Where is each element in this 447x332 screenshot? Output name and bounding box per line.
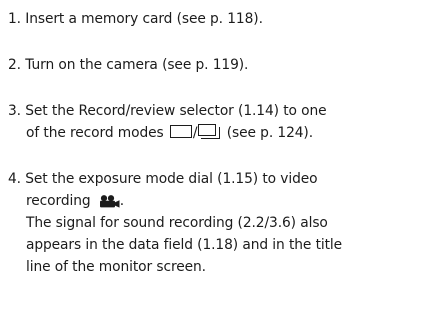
step-3-line-2-tail: (see p. 124). [222, 125, 313, 141]
step-1-text: 1. Insert a memory card (see p. 118). [8, 11, 263, 27]
step-4-line-1: 4. Set the exposure mode dial (1.15) to … [8, 171, 318, 187]
step-4-line-4: appears in the data field (1.18) and in … [26, 237, 343, 253]
continuous-series-mode-icon [198, 124, 221, 139]
step-4-line-3: The signal for sound recording (2.2/3.6)… [26, 215, 328, 231]
step-4-line-2-tail: . [119, 193, 125, 209]
step-4-line-2-text: recording [26, 193, 95, 209]
step-2: 2. Turn on the camera (see p. 119). [8, 54, 444, 76]
step-4-line-5: line of the monitor screen. [26, 259, 206, 275]
video-recording-icon [98, 193, 120, 208]
step-2-text: 2. Turn on the camera (see p. 119). [8, 57, 249, 73]
step-3: 3. Set the Record/review selector (1.14)… [8, 100, 444, 144]
step-4-line-2: recording . [8, 190, 444, 212]
step-3-line-2: of the record modes / (see p. 124). [8, 122, 444, 144]
step-3-line-1: 3. Set the Record/review selector (1.14)… [8, 103, 327, 119]
step-4: 4. Set the exposure mode dial (1.15) to … [8, 168, 444, 278]
step-1: 1. Insert a memory card (see p. 118). [8, 8, 444, 30]
step-3-line-2-text: of the record modes [26, 125, 168, 141]
mode-separator: / [192, 125, 198, 141]
single-frame-mode-icon [169, 125, 192, 138]
